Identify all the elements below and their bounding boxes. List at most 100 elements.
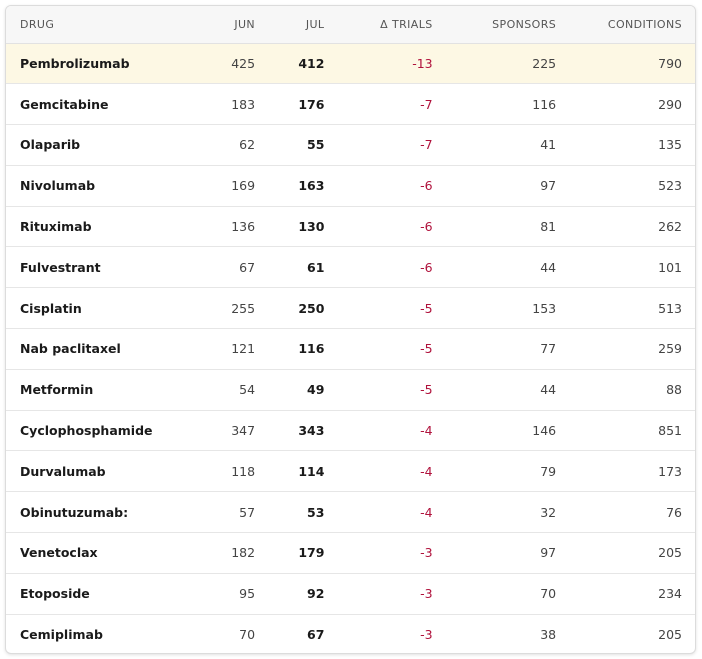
table-row[interactable]: Pembrolizumab 425 412 -13 225 790 bbox=[6, 43, 695, 85]
conditions-cell: 513 bbox=[556, 287, 695, 330]
jul-trials-cell: 250 bbox=[255, 287, 325, 330]
sponsors-cell: 79 bbox=[432, 450, 557, 493]
jul-trials-cell: 49 bbox=[255, 369, 325, 411]
sponsors-cell: 81 bbox=[432, 206, 557, 248]
drug-name-cell: Durvalumab bbox=[6, 450, 180, 493]
delta-trials-cell: -7 bbox=[324, 124, 433, 166]
jun-trials-cell: 121 bbox=[179, 328, 256, 370]
delta-trials-cell: -7 bbox=[324, 83, 433, 126]
jul-trials-cell: 61 bbox=[255, 246, 325, 289]
conditions-cell: 205 bbox=[556, 532, 695, 574]
drug-name-cell: Cisplatin bbox=[6, 287, 180, 330]
jul-trials-cell: 130 bbox=[255, 206, 325, 248]
delta-trials-cell: -6 bbox=[324, 246, 433, 289]
jun-trials-cell: 255 bbox=[179, 287, 256, 330]
drug-name-cell: Nab paclitaxel bbox=[6, 328, 180, 370]
jul-trials-cell: 53 bbox=[255, 491, 325, 534]
sponsors-cell: 153 bbox=[432, 287, 557, 330]
column-header-sponsors[interactable]: SPONSORS bbox=[432, 6, 557, 44]
jul-trials-cell: 114 bbox=[255, 450, 325, 493]
jun-trials-cell: 95 bbox=[179, 573, 256, 615]
table-header-row: DRUG JUN JUL Δ TRIALS SPONSORS CONDITION… bbox=[6, 6, 695, 44]
jun-trials-cell: 347 bbox=[179, 410, 256, 452]
drug-name-cell: Nivolumab bbox=[6, 165, 180, 207]
delta-trials-cell: -4 bbox=[324, 410, 433, 452]
table-row[interactable]: Fulvestrant 67 61 -6 44 101 bbox=[6, 246, 695, 289]
delta-trials-cell: -6 bbox=[324, 206, 433, 248]
sponsors-cell: 38 bbox=[540, 627, 557, 643]
delta-trials-cell: -5 bbox=[324, 287, 433, 330]
drug-trials-table: DRUG JUN JUL Δ TRIALS SPONSORS CONDITION… bbox=[6, 6, 695, 653]
table-row[interactable]: Durvalumab 118 114 -4 79 173 bbox=[6, 450, 695, 493]
drug-name-cell: Venetoclax bbox=[6, 532, 180, 574]
sponsors-cell: 32 bbox=[432, 491, 557, 534]
jul-trials-cell: 343 bbox=[255, 410, 325, 452]
delta-trials-cell: -5 bbox=[324, 328, 433, 370]
sponsors-cell: 41 bbox=[432, 124, 557, 166]
jun-trials-cell: 67 bbox=[179, 246, 256, 289]
table-row[interactable]: Nab paclitaxel 121 116 -5 77 259 bbox=[6, 328, 695, 370]
sponsors-cell: 97 bbox=[432, 532, 557, 574]
conditions-cell: 88 bbox=[556, 369, 695, 411]
table-row[interactable]: Cisplatin 255 250 -5 153 513 bbox=[6, 287, 695, 330]
conditions-cell: 135 bbox=[556, 124, 695, 166]
column-header-jun[interactable]: JUN bbox=[179, 6, 256, 44]
table-row[interactable]: Nivolumab 169 163 -6 97 523 bbox=[6, 165, 695, 207]
table-row[interactable]: Obinutuzumab: 57 53 -4 32 76 bbox=[6, 491, 695, 534]
delta-trials-cell: -3 bbox=[420, 627, 433, 643]
conditions-cell: 205 bbox=[658, 627, 682, 643]
conditions-cell: 262 bbox=[556, 206, 695, 248]
table-body: Pembrolizumab 425 412 -13 225 790 Gemcitabine 1… bbox=[6, 43, 695, 653]
table-row[interactable]: Olaparib 62 55 -7 41 135 bbox=[6, 124, 695, 166]
delta-trials-cell: -3 bbox=[324, 532, 433, 574]
sponsors-cell: 146 bbox=[432, 410, 557, 452]
jun-trials-cell: 169 bbox=[179, 165, 256, 207]
delta-trials-cell: -5 bbox=[324, 369, 433, 411]
table-row[interactable]: Cemiplimab 70 67 -3 38 205 bbox=[6, 614, 695, 653]
conditions-cell: 234 bbox=[556, 573, 695, 615]
jun-trials-cell: 118 bbox=[179, 450, 256, 493]
table-row[interactable]: Etoposide 95 92 -3 70 234 bbox=[6, 573, 695, 615]
conditions-cell: 851 bbox=[556, 410, 695, 452]
drug-name-cell: Olaparib bbox=[6, 124, 180, 166]
sponsors-cell: 44 bbox=[432, 369, 557, 411]
sponsors-cell: 116 bbox=[432, 83, 557, 126]
jul-trials-cell: 67 bbox=[307, 627, 325, 643]
column-header-conditions[interactable]: CONDITIONS bbox=[556, 6, 695, 44]
jul-trials-cell: 176 bbox=[255, 83, 325, 126]
sponsors-cell: 225 bbox=[432, 43, 557, 85]
jun-trials-cell: 182 bbox=[179, 532, 256, 574]
table-row[interactable]: Metformin 54 49 -5 44 88 bbox=[6, 369, 695, 411]
table-row[interactable]: Cyclophosphamide 347 343 -4 146 851 bbox=[6, 410, 695, 452]
column-header-drug[interactable]: DRUG bbox=[6, 6, 180, 44]
jun-trials-cell: 70 bbox=[239, 627, 256, 643]
delta-trials-cell: -6 bbox=[324, 165, 433, 207]
table-row[interactable]: Rituximab 136 130 -6 81 262 bbox=[6, 206, 695, 248]
column-header-jul[interactable]: JUL bbox=[255, 6, 325, 44]
jul-trials-cell: 116 bbox=[255, 328, 325, 370]
conditions-cell: 101 bbox=[556, 246, 695, 289]
delta-trials-cell: -3 bbox=[324, 573, 433, 615]
sponsors-cell: 97 bbox=[432, 165, 557, 207]
conditions-cell: 173 bbox=[556, 450, 695, 493]
jul-trials-cell: 55 bbox=[255, 124, 325, 166]
jun-trials-cell: 136 bbox=[179, 206, 256, 248]
jun-trials-cell: 57 bbox=[179, 491, 256, 534]
conditions-cell: 290 bbox=[556, 83, 695, 126]
delta-trials-cell: -13 bbox=[324, 43, 433, 85]
delta-trials-cell: -4 bbox=[324, 491, 433, 534]
sponsors-cell: 70 bbox=[432, 573, 557, 615]
drug-name-cell: Fulvestrant bbox=[6, 246, 180, 289]
drug-name-cell: Metformin bbox=[6, 369, 180, 411]
jul-trials-cell: 92 bbox=[255, 573, 325, 615]
column-header-delta-trials[interactable]: Δ TRIALS bbox=[324, 6, 433, 44]
table-row[interactable]: Venetoclax 182 179 -3 97 205 bbox=[6, 532, 695, 574]
drug-trials-table-card: DRUG JUN JUL Δ TRIALS SPONSORS CONDITION… bbox=[5, 5, 696, 654]
conditions-cell: 76 bbox=[556, 491, 695, 534]
drug-name-cell: Cyclophosphamide bbox=[6, 410, 180, 452]
conditions-cell: 259 bbox=[556, 328, 695, 370]
jun-trials-cell: 62 bbox=[179, 124, 256, 166]
sponsors-cell: 44 bbox=[432, 246, 557, 289]
table-row[interactable]: Gemcitabine 183 176 -7 116 290 bbox=[6, 83, 695, 126]
drug-name-cell: Cemiplimab bbox=[20, 627, 103, 643]
